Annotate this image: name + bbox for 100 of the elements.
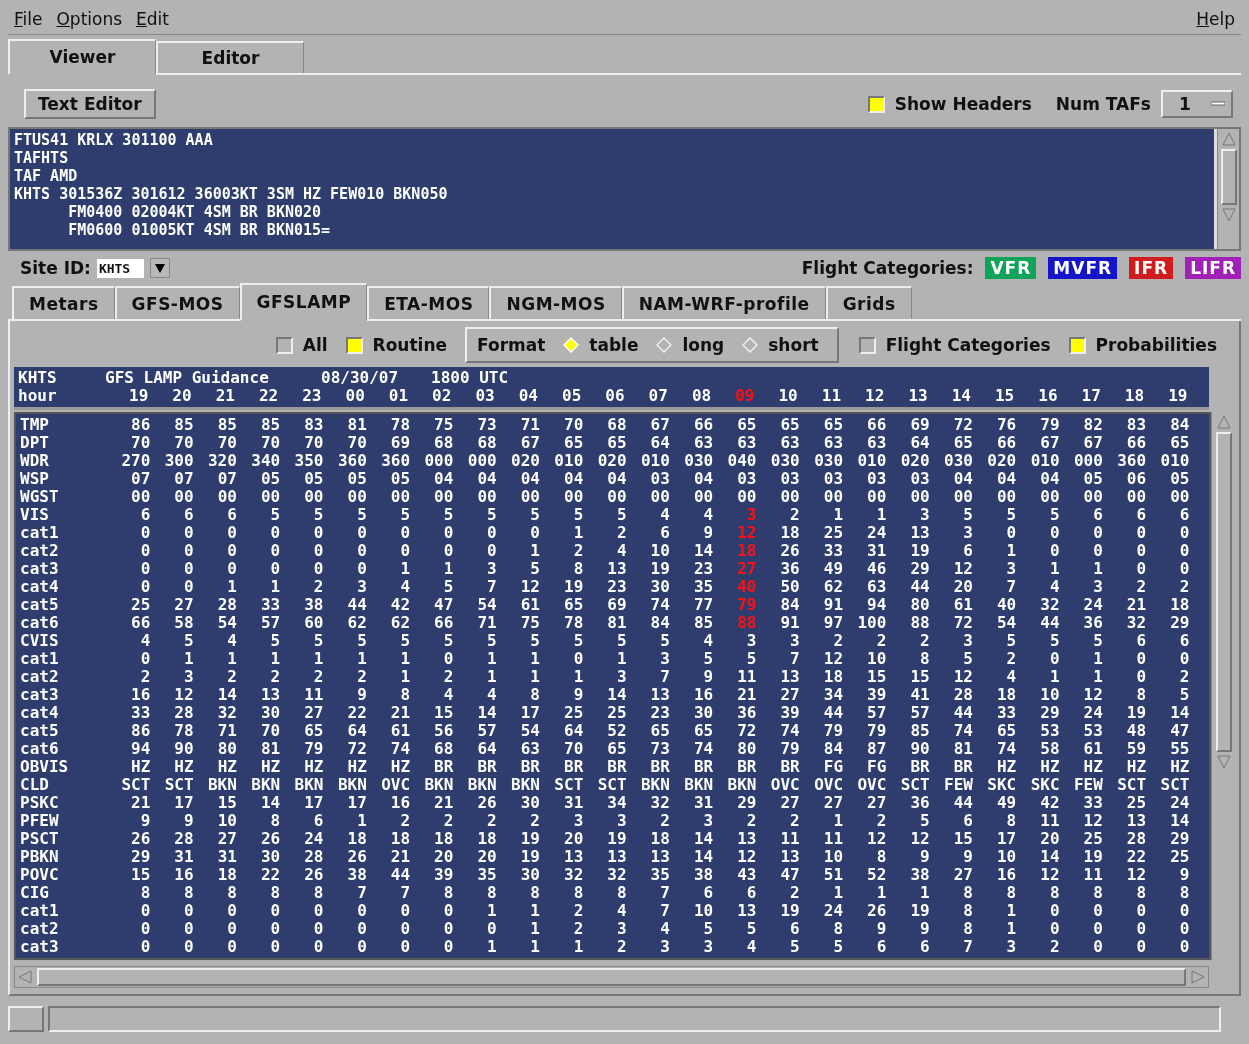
scroll-thumb[interactable] (1215, 432, 1232, 752)
table-cell-text: 18 (822, 668, 844, 686)
table-cell-text: 14 (692, 830, 714, 848)
table-cell-text: 05 (389, 470, 411, 488)
text-editor-button[interactable]: Text Editor (24, 89, 156, 119)
table-cell-text: 60 (303, 614, 324, 632)
table-cell-text: 28 (303, 848, 324, 866)
menu-item[interactable]: Edit (136, 9, 169, 29)
table-cell-text: 020 (986, 452, 1017, 470)
tab[interactable]: Viewer (8, 39, 156, 75)
table-cell-text: 84 (779, 596, 800, 614)
table-cell-text: 12 (866, 830, 887, 848)
checkbox[interactable] (867, 95, 885, 113)
hour-header: 03 (474, 387, 495, 405)
menu-item[interactable]: Options (56, 9, 123, 29)
scroll-thumb[interactable] (37, 968, 1186, 986)
row-label: CLD (20, 776, 50, 794)
taf-text-area[interactable]: FTUS41 KRLX 301100 AAA TAFHTS TAF AMD KHTS 301536Z 301612 36003KT 3SM HZ FEW010 BKN050 FM0400 02004KT 4SM BR BKN020 FM0600 01005KT 4SM BR BKN015= (10, 129, 1217, 249)
table-cell-text: 70 (346, 434, 367, 452)
table-cell-text: 19 (519, 830, 540, 848)
table-cell-text: 28 (173, 704, 194, 722)
table-cell-text: 5 (1005, 506, 1017, 524)
table-cell-text: 3 (486, 560, 497, 578)
table-cell-text: 1 (832, 884, 844, 902)
table-cell-text: 360 (336, 452, 367, 470)
table-cell-text: 1 (1092, 668, 1103, 686)
table-cell-text: 1 (832, 812, 844, 830)
table-cell-text: 32 (563, 866, 584, 884)
up-arrow-icon (1215, 414, 1232, 430)
taf-line: FM0600 01005KT 4SM BR BKN015= (67, 221, 331, 239)
tab[interactable]: GFSLAMP (239, 283, 368, 321)
table-cell-text: 36 (736, 704, 757, 722)
table-cell-text: 53 (1039, 722, 1060, 740)
scrollbar[interactable] (1217, 129, 1239, 249)
table-cell-text: 8 (1005, 884, 1017, 902)
num-tafs-dropdown[interactable]: 1 (1161, 90, 1233, 118)
radio-button[interactable] (742, 337, 759, 353)
table-cell-text: 0 (1048, 650, 1060, 668)
checkbox-label: Flight Categories (885, 335, 1051, 355)
table-cell-text: 12 (1082, 686, 1103, 704)
tab[interactable]: ETA-MOS (367, 286, 490, 319)
table-cell-text: 1 (312, 650, 324, 668)
table-cell-text: 4 (702, 506, 714, 524)
tab[interactable]: Editor (156, 41, 304, 73)
scroll-thumb[interactable] (1220, 149, 1237, 205)
table-cell-text: 9 (1178, 866, 1190, 884)
table-cell-text: 33 (259, 596, 281, 614)
radio-button[interactable] (656, 337, 673, 353)
table-cell-text: 05 (1082, 470, 1103, 488)
table-cell-text: 90 (173, 740, 194, 758)
table-cell-text: 80 (216, 740, 237, 758)
checkbox[interactable] (275, 336, 293, 354)
table-cell-text: 5 (962, 650, 973, 668)
menu-item[interactable]: Help (1196, 9, 1235, 29)
table-cell-text: 8 (1005, 812, 1017, 830)
table-cell-text: 2 (399, 812, 411, 830)
site-id-field[interactable]: KHTS (96, 258, 145, 278)
tab[interactable]: Metars (12, 286, 115, 319)
table-cell-text: 81 (606, 614, 627, 632)
checkbox[interactable] (1068, 336, 1086, 354)
checkbox[interactable] (345, 336, 363, 354)
table-cell-text: 19 (606, 830, 627, 848)
table-cell-text: 23 (649, 704, 670, 722)
table-cell-text: 79 (866, 722, 887, 740)
table-cell-text: 2 (745, 812, 757, 830)
table-cell-text: 11 (736, 668, 757, 686)
checkbox[interactable] (858, 336, 876, 354)
table-cell-text: 0 (442, 650, 454, 668)
table-cell-text: 9 (875, 920, 887, 938)
menu-item[interactable]: File (14, 9, 43, 29)
table-cell-text: 18 (389, 830, 411, 848)
table-cell-text: 36 (909, 794, 930, 812)
tab[interactable]: NGM-MOS (489, 286, 622, 319)
scrollbar[interactable] (14, 966, 1209, 988)
table-cell-text: 0 (139, 902, 151, 920)
tab[interactable]: Grids (825, 286, 912, 319)
row-label: OBVIS (20, 758, 70, 776)
table-cell-text: 0 (486, 524, 497, 542)
table-cell-text: 9 (702, 524, 714, 542)
table-cell-text: 6 (702, 884, 714, 902)
table-cell-text: 69 (909, 416, 930, 434)
table-cell-text: 26 (476, 794, 497, 812)
table-cell-text: 25 (606, 704, 627, 722)
table-cell-text: 000 (1072, 452, 1103, 470)
table-cell-text: 0 (1178, 902, 1190, 920)
table-cell-text: 52 (606, 722, 627, 740)
tab[interactable]: NAM-WRF-profile (621, 286, 826, 319)
table-cell-text: 6 (226, 506, 237, 524)
table-cell-text: 0 (529, 524, 540, 542)
hour-header: 23 (301, 387, 322, 405)
tab[interactable]: GFS-MOS (114, 286, 240, 319)
table-cell-text: 64 (909, 434, 930, 452)
table-cell-text: 13 (649, 686, 670, 704)
table-cell-text: 0 (182, 560, 194, 578)
table-cell-text: 18 (779, 524, 800, 542)
table-cell-text: SCT (1116, 776, 1147, 794)
table-cell-text: 3 (659, 650, 670, 668)
table-cell-text: 1 (1092, 560, 1103, 578)
table-cell-text: 3 (615, 812, 627, 830)
table-cell-text: 83 (1125, 416, 1147, 434)
